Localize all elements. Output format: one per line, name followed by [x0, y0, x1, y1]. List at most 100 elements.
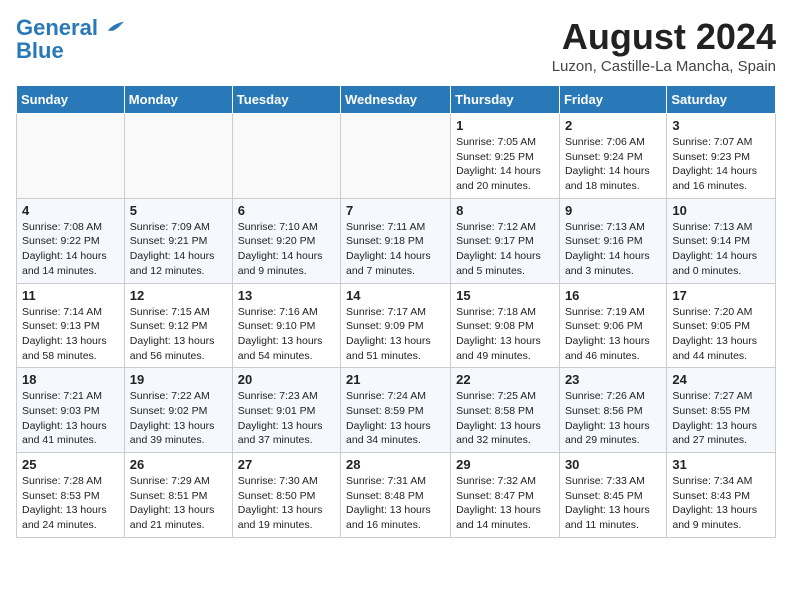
- cell-info: Sunrise: 7:30 AM Sunset: 8:50 PM Dayligh…: [238, 474, 335, 533]
- day-number: 25: [22, 457, 119, 472]
- calendar-cell: [232, 114, 340, 199]
- logo-blue: Blue: [16, 40, 124, 62]
- cell-info: Sunrise: 7:20 AM Sunset: 9:05 PM Dayligh…: [672, 305, 770, 364]
- calendar-cell: 31 Sunrise: 7:34 AM Sunset: 8:43 PM Dayli…: [667, 453, 776, 538]
- day-number: 13: [238, 288, 335, 303]
- calendar-week-row: 1Sunrise: 7:05 AM Sunset: 9:25 PM Daylig…: [17, 114, 776, 199]
- day-number: 26: [130, 457, 227, 472]
- calendar-week-row: 18 Sunrise: 7:21 AM Sunset: 9:03 PM Dayli…: [17, 368, 776, 453]
- cell-info: Sunrise: 7:34 AM Sunset: 8:43 PM Dayligh…: [672, 474, 770, 533]
- day-number: 19: [130, 372, 227, 387]
- day-number: 9: [565, 203, 661, 218]
- day-number: 30: [565, 457, 661, 472]
- cell-info: Sunrise: 7:29 AM Sunset: 8:51 PM Dayligh…: [130, 474, 227, 533]
- day-number: 29: [456, 457, 554, 472]
- logo-bird-icon: [106, 21, 124, 35]
- calendar-cell: 9 Sunrise: 7:13 AM Sunset: 9:16 PM Daylig…: [559, 198, 666, 283]
- calendar-cell: 3 Sunrise: 7:07 AM Sunset: 9:23 PM Daylig…: [667, 114, 776, 199]
- calendar-cell: [17, 114, 125, 199]
- day-number: 21: [346, 372, 445, 387]
- calendar-cell: 23Sunrise: 7:26 AM Sunset: 8:56 PM Dayli…: [559, 368, 666, 453]
- calendar-cell: 13 Sunrise: 7:16 AM Sunset: 9:10 PM Dayli…: [232, 283, 340, 368]
- cell-info: Sunrise: 7:06 AM Sunset: 9:24 PM Dayligh…: [565, 135, 661, 194]
- cell-info: Sunrise: 7:11 AM Sunset: 9:18 PM Dayligh…: [346, 220, 445, 279]
- day-number: 3: [672, 118, 770, 133]
- cell-info: Sunrise: 7:31 AM Sunset: 8:48 PM Dayligh…: [346, 474, 445, 533]
- cell-info: Sunrise: 7:13 AM Sunset: 9:14 PM Dayligh…: [672, 220, 770, 279]
- calendar-cell: 14Sunrise: 7:17 AM Sunset: 9:09 PM Dayli…: [341, 283, 451, 368]
- day-number: 24: [672, 372, 770, 387]
- cell-info: Sunrise: 7:10 AM Sunset: 9:20 PM Dayligh…: [238, 220, 335, 279]
- title-area: August 2024 Luzon, Castille-La Mancha, S…: [552, 16, 776, 75]
- cell-info: Sunrise: 7:15 AM Sunset: 9:12 PM Dayligh…: [130, 305, 227, 364]
- cell-info: Sunrise: 7:26 AM Sunset: 8:56 PM Dayligh…: [565, 389, 661, 448]
- weekday-header-friday: Friday: [559, 86, 666, 114]
- calendar-cell: 28 Sunrise: 7:31 AM Sunset: 8:48 PM Dayli…: [341, 453, 451, 538]
- cell-info: Sunrise: 7:05 AM Sunset: 9:25 PM Dayligh…: [456, 135, 554, 194]
- calendar-cell: 10 Sunrise: 7:13 AM Sunset: 9:14 PM Dayli…: [667, 198, 776, 283]
- weekday-header-wednesday: Wednesday: [341, 86, 451, 114]
- calendar-cell: 17Sunrise: 7:20 AM Sunset: 9:05 PM Dayli…: [667, 283, 776, 368]
- calendar-cell: 18 Sunrise: 7:21 AM Sunset: 9:03 PM Dayli…: [17, 368, 125, 453]
- day-number: 27: [238, 457, 335, 472]
- cell-info: Sunrise: 7:12 AM Sunset: 9:17 PM Dayligh…: [456, 220, 554, 279]
- day-number: 18: [22, 372, 119, 387]
- calendar-table: SundayMondayTuesdayWednesdayThursdayFrid…: [16, 85, 776, 538]
- calendar-cell: 26 Sunrise: 7:29 AM Sunset: 8:51 PM Dayli…: [124, 453, 232, 538]
- logo: General Blue: [16, 16, 124, 62]
- cell-info: Sunrise: 7:21 AM Sunset: 9:03 PM Dayligh…: [22, 389, 119, 448]
- cell-info: Sunrise: 7:08 AM Sunset: 9:22 PM Dayligh…: [22, 220, 119, 279]
- calendar-cell: 19Sunrise: 7:22 AM Sunset: 9:02 PM Dayli…: [124, 368, 232, 453]
- day-number: 16: [565, 288, 661, 303]
- weekday-header-thursday: Thursday: [451, 86, 560, 114]
- weekday-header-tuesday: Tuesday: [232, 86, 340, 114]
- day-number: 31: [672, 457, 770, 472]
- cell-info: Sunrise: 7:16 AM Sunset: 9:10 PM Dayligh…: [238, 305, 335, 364]
- calendar-cell: 21Sunrise: 7:24 AM Sunset: 8:59 PM Dayli…: [341, 368, 451, 453]
- day-number: 28: [346, 457, 445, 472]
- header: General Blue August 2024 Luzon, Castille…: [16, 16, 776, 75]
- cell-info: Sunrise: 7:19 AM Sunset: 9:06 PM Dayligh…: [565, 305, 661, 364]
- cell-info: Sunrise: 7:18 AM Sunset: 9:08 PM Dayligh…: [456, 305, 554, 364]
- calendar-cell: 1Sunrise: 7:05 AM Sunset: 9:25 PM Daylig…: [451, 114, 560, 199]
- calendar-week-row: 4 Sunrise: 7:08 AM Sunset: 9:22 PM Daylig…: [17, 198, 776, 283]
- cell-info: Sunrise: 7:25 AM Sunset: 8:58 PM Dayligh…: [456, 389, 554, 448]
- cell-info: Sunrise: 7:33 AM Sunset: 8:45 PM Dayligh…: [565, 474, 661, 533]
- calendar-cell: 24Sunrise: 7:27 AM Sunset: 8:55 PM Dayli…: [667, 368, 776, 453]
- day-number: 11: [22, 288, 119, 303]
- location-subtitle: Luzon, Castille-La Mancha, Spain: [552, 58, 776, 75]
- cell-info: Sunrise: 7:13 AM Sunset: 9:16 PM Dayligh…: [565, 220, 661, 279]
- day-number: 2: [565, 118, 661, 133]
- day-number: 10: [672, 203, 770, 218]
- calendar-cell: 2 Sunrise: 7:06 AM Sunset: 9:24 PM Daylig…: [559, 114, 666, 199]
- calendar-cell: 12 Sunrise: 7:15 AM Sunset: 9:12 PM Dayli…: [124, 283, 232, 368]
- weekday-header-row: SundayMondayTuesdayWednesdayThursdayFrid…: [17, 86, 776, 114]
- calendar-cell: 30 Sunrise: 7:33 AM Sunset: 8:45 PM Dayli…: [559, 453, 666, 538]
- calendar-cell: 22 Sunrise: 7:25 AM Sunset: 8:58 PM Dayli…: [451, 368, 560, 453]
- calendar-cell: [124, 114, 232, 199]
- day-number: 14: [346, 288, 445, 303]
- calendar-cell: 5Sunrise: 7:09 AM Sunset: 9:21 PM Daylig…: [124, 198, 232, 283]
- cell-info: Sunrise: 7:14 AM Sunset: 9:13 PM Dayligh…: [22, 305, 119, 364]
- calendar-week-row: 25 Sunrise: 7:28 AM Sunset: 8:53 PM Dayli…: [17, 453, 776, 538]
- calendar-cell: [341, 114, 451, 199]
- day-number: 6: [238, 203, 335, 218]
- day-number: 4: [22, 203, 119, 218]
- day-number: 7: [346, 203, 445, 218]
- logo-text: General: [16, 16, 124, 40]
- cell-info: Sunrise: 7:07 AM Sunset: 9:23 PM Dayligh…: [672, 135, 770, 194]
- day-number: 22: [456, 372, 554, 387]
- calendar-cell: 8Sunrise: 7:12 AM Sunset: 9:17 PM Daylig…: [451, 198, 560, 283]
- day-number: 12: [130, 288, 227, 303]
- calendar-cell: 11 Sunrise: 7:14 AM Sunset: 9:13 PM Dayli…: [17, 283, 125, 368]
- month-year-title: August 2024: [552, 16, 776, 58]
- calendar-cell: 15Sunrise: 7:18 AM Sunset: 9:08 PM Dayli…: [451, 283, 560, 368]
- day-number: 5: [130, 203, 227, 218]
- calendar-week-row: 11 Sunrise: 7:14 AM Sunset: 9:13 PM Dayli…: [17, 283, 776, 368]
- calendar-cell: 6 Sunrise: 7:10 AM Sunset: 9:20 PM Daylig…: [232, 198, 340, 283]
- calendar-cell: 29 Sunrise: 7:32 AM Sunset: 8:47 PM Dayli…: [451, 453, 560, 538]
- weekday-header-sunday: Sunday: [17, 86, 125, 114]
- calendar-cell: 25 Sunrise: 7:28 AM Sunset: 8:53 PM Dayli…: [17, 453, 125, 538]
- cell-info: Sunrise: 7:32 AM Sunset: 8:47 PM Dayligh…: [456, 474, 554, 533]
- cell-info: Sunrise: 7:28 AM Sunset: 8:53 PM Dayligh…: [22, 474, 119, 533]
